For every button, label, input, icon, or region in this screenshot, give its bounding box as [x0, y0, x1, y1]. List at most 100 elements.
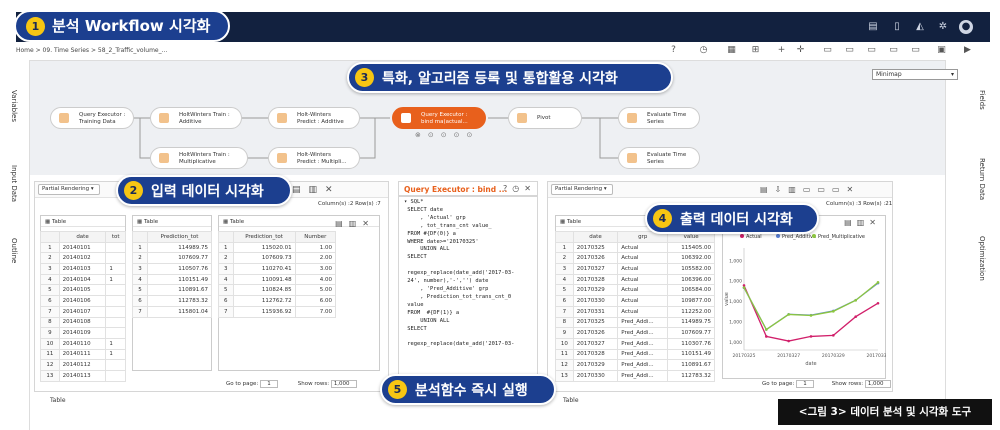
save-icon[interactable]: ▣ [936, 45, 947, 56]
output-panel-icons[interactable]: ▤⇩▥▭▭▭✕ [760, 185, 860, 194]
table-row[interactable]: 5 20140105 [40, 284, 126, 297]
link-icon[interactable]: ⊙ [467, 131, 473, 143]
table-row[interactable]: 1 115020.01 1.00 [218, 241, 337, 254]
table-row[interactable]: 7 20170331 Actual 112252.00 [555, 305, 715, 318]
column-header[interactable]: tot [105, 231, 126, 243]
workflow-node-hw-train-additive[interactable]: HoltWinters Train : Additive [150, 107, 242, 129]
output-rows-select[interactable]: 1,000 [864, 380, 891, 388]
table-row[interactable]: 4 20170328 Actual 106396.00 [555, 273, 715, 286]
table-row[interactable]: 1 114989.75 [132, 241, 212, 254]
user-avatar-icon[interactable]: ● [959, 20, 973, 34]
table-row[interactable]: 8 20140108 [40, 316, 126, 329]
table-row[interactable]: 6 20140106 [40, 295, 126, 307]
input-render-mode-select[interactable]: Partial Rendering ▾ [38, 184, 100, 195]
layout-icon[interactable]: ▭ [910, 45, 921, 56]
table-row[interactable]: 13 20140113 [40, 369, 126, 382]
bell-icon[interactable]: ◭ [913, 20, 927, 34]
plus-icon[interactable]: + [776, 45, 787, 56]
table-row[interactable]: 12 20140112 [40, 359, 126, 371]
table-row[interactable]: 10 20140110 1 [40, 337, 126, 350]
table-row[interactable]: 2 107609.77 [132, 252, 212, 265]
table-row[interactable]: 7 115801.04 [132, 305, 212, 318]
bottom-tab-table-left[interactable]: Table [50, 397, 66, 404]
help-icon[interactable]: ? [668, 45, 679, 56]
table-row[interactable]: 5 20170329 Actual 106584.00 [555, 284, 715, 297]
gear-icon[interactable]: ✲ [936, 20, 950, 34]
output-goto-field[interactable]: 1 [796, 380, 814, 388]
tab-outline[interactable]: Outline [10, 238, 18, 263]
column-header[interactable]: Number [294, 231, 337, 243]
column-header[interactable] [40, 231, 60, 243]
table-row[interactable]: 13 20170330 Pred_Addi... 112783.32 [555, 369, 715, 382]
monitor-icon[interactable]: ▤ [866, 20, 880, 34]
table-row[interactable]: 3 20170327 Actual 105582.00 [555, 263, 715, 275]
tab-variables[interactable]: Variables [10, 90, 18, 122]
table-row[interactable]: 3 20140103 1 [40, 263, 126, 275]
column-header[interactable]: date [572, 231, 619, 243]
column-header[interactable]: Prediction_tot [147, 231, 212, 243]
workflow-node-hw-predict-additive[interactable]: Holt-Winters Predict : Additive [268, 107, 360, 129]
info-icon[interactable]: ⊙ [454, 131, 460, 143]
copy-icon[interactable]: ⊙ [428, 131, 434, 143]
breadcrumb[interactable]: Home > 09. Time Series > 58_2_Traffic_vo… [16, 47, 167, 54]
calendar-icon[interactable]: ▦ [726, 45, 737, 56]
play-icon[interactable]: ▶ [962, 45, 973, 56]
column-header[interactable] [555, 231, 574, 243]
edit-icon[interactable]: ⊙ [441, 131, 447, 143]
table-row[interactable]: 5 110824.85 5.00 [218, 284, 337, 297]
table-row[interactable]: 2 20140102 [40, 252, 126, 265]
table-row[interactable]: 6 112783.32 [132, 295, 212, 307]
sql-editor[interactable]: ▾ SQL* SELECT date , 'Actual' grp , tot_… [398, 196, 538, 381]
bottom-tab-table-right[interactable]: Table [563, 397, 579, 404]
table-row[interactable]: 1 20140101 [40, 241, 126, 254]
table-row[interactable]: 7 115936.92 7.00 [218, 305, 337, 318]
table-row[interactable]: 7 20140107 [40, 305, 126, 318]
document-icon[interactable]: ▯ [890, 20, 904, 34]
table-row[interactable]: 9 20170326 Pred_Addi... 107609.77 [555, 327, 715, 339]
table-row[interactable]: 3 110507.76 [132, 263, 212, 275]
workflow-node-pivot[interactable]: Pivot [508, 107, 582, 129]
column-header[interactable]: Prediction_tot [232, 231, 296, 243]
input-goto-field[interactable]: 1 [260, 380, 278, 388]
table-row[interactable]: 4 110091.48 4.00 [218, 273, 337, 286]
table-row[interactable]: 2 20170326 Actual 106392.00 [555, 252, 715, 265]
layout-icon[interactable]: ▭ [866, 45, 877, 56]
layout-icon[interactable]: ▭ [822, 45, 833, 56]
tab-return-data[interactable]: Return Data [978, 158, 986, 200]
output-render-mode-select[interactable]: Partial Rendering ▾ [551, 184, 613, 195]
table-row[interactable]: 11 20170328 Pred_Addi... 110151.49 [555, 348, 715, 361]
table-row[interactable]: 1 20170325 Actual 115405.00 [555, 241, 715, 254]
table-row[interactable]: 4 20140104 1 [40, 273, 126, 286]
table-row[interactable]: 4 110151.49 [132, 273, 212, 286]
table-row[interactable]: 6 20170330 Actual 109877.00 [555, 295, 715, 307]
query-panel-icons[interactable]: ?◷✕ [503, 184, 536, 193]
table-row[interactable]: 5 110891.67 [132, 284, 212, 297]
table-row[interactable]: 10 20170327 Pred_Addi... 110307.76 [555, 337, 715, 350]
table-row[interactable]: 6 112762.72 6.00 [218, 295, 337, 307]
tab-input-data[interactable]: Input Data [10, 165, 18, 202]
workflow-node-evaluate-1[interactable]: Evaluate Time Series [618, 107, 700, 129]
tab-fields[interactable]: Fields [978, 90, 986, 110]
table-row[interactable]: 2 107609.73 2.00 [218, 252, 337, 265]
workflow-node-hw-train-multiplicative[interactable]: HoltWinters Train : Multiplicative [150, 147, 248, 169]
delete-icon[interactable]: ⊗ [415, 131, 421, 143]
layout-icon[interactable]: ▭ [844, 45, 855, 56]
table-row[interactable]: 9 20140109 [40, 327, 126, 339]
grid-icon[interactable]: ⊞ [750, 45, 761, 56]
clock-icon[interactable]: ◷ [698, 45, 709, 56]
table-row[interactable]: 3 110270.41 3.00 [218, 263, 337, 275]
table-row[interactable]: 12 20170329 Pred_Addi... 110891.67 [555, 359, 715, 371]
workflow-node-hw-predict-multiplicative[interactable]: Holt-Winters Predict : Multipli... [268, 147, 360, 169]
workflow-node-query-bind-active[interactable]: Query Executor : bind ma(actual... [392, 107, 486, 129]
layout-icon[interactable]: ▭ [888, 45, 899, 56]
column-header[interactable]: date [58, 231, 107, 243]
move-icon[interactable]: ✛ [795, 45, 806, 56]
table-row[interactable]: 8 20170325 Pred_Addi... 114989.75 [555, 316, 715, 329]
workflow-node-evaluate-2[interactable]: Evaluate Time Series [618, 147, 700, 169]
workflow-node-query-training[interactable]: Query Executor : Training Data [50, 107, 134, 129]
column-header[interactable] [132, 231, 148, 243]
table-row[interactable]: 11 20140111 1 [40, 348, 126, 361]
tab-optimization[interactable]: Optimization [978, 236, 986, 281]
column-header[interactable] [218, 231, 234, 243]
input-rows-select[interactable]: 1,000 [330, 380, 357, 388]
